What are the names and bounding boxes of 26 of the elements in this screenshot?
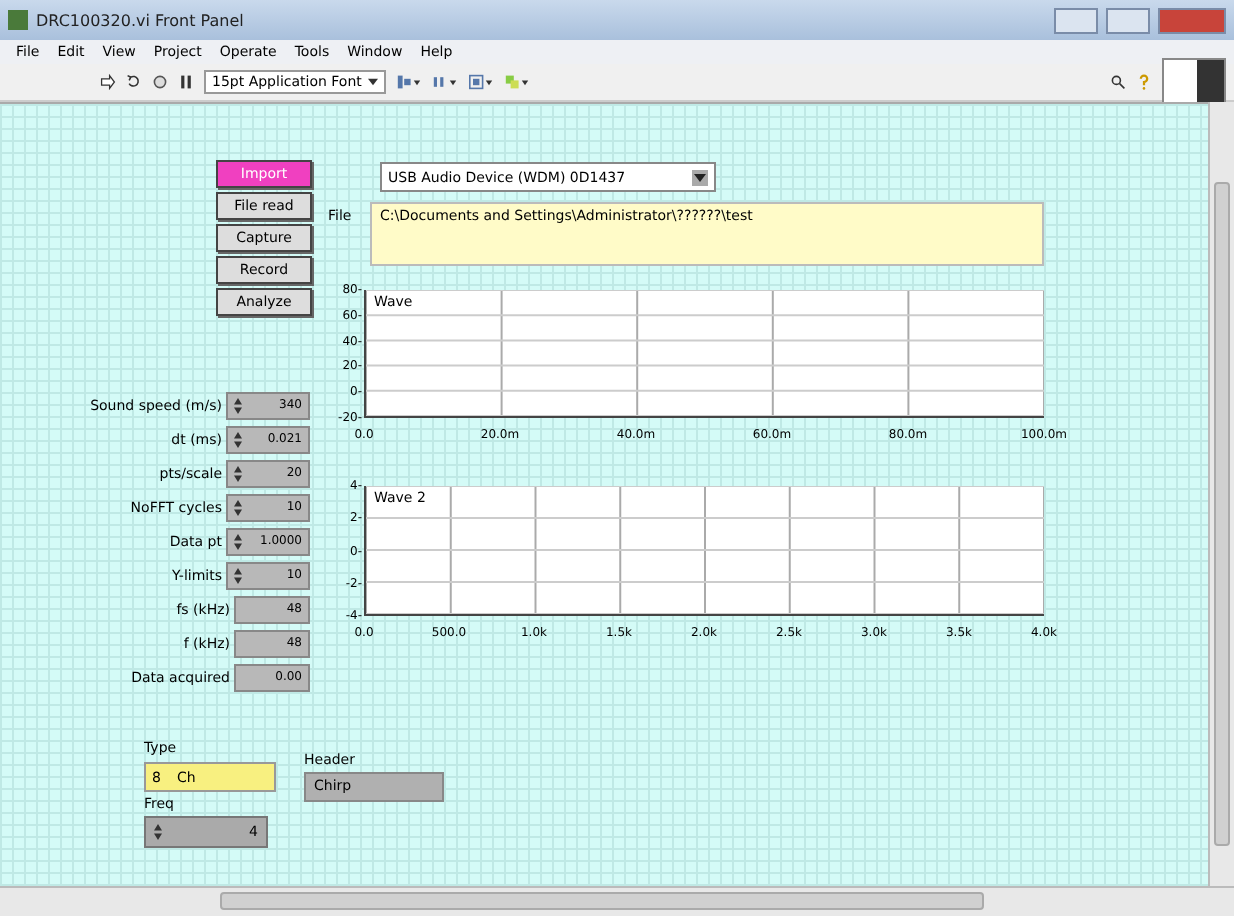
run-arrow-icon[interactable] <box>100 74 116 90</box>
app-icon <box>8 10 28 30</box>
vertical-scrollbar[interactable] <box>1208 102 1234 886</box>
increment-arrows-icon[interactable] <box>234 533 242 549</box>
run-continuous-icon[interactable] <box>126 74 142 90</box>
dropdown-caret-icon[interactable] <box>367 78 378 86</box>
distribute-icon[interactable] <box>431 74 458 90</box>
reorder-icon[interactable] <box>503 74 530 90</box>
close-button[interactable] <box>1158 7 1226 33</box>
increment-arrows-icon[interactable] <box>234 567 242 583</box>
horizontal-scrollbar[interactable] <box>0 886 1234 916</box>
increment-arrows-icon[interactable] <box>234 397 242 413</box>
dropdown-caret-icon[interactable] <box>692 169 708 185</box>
increment-arrows-icon[interactable] <box>234 465 242 481</box>
search-icon[interactable] <box>1110 74 1126 90</box>
stop-icon[interactable] <box>152 74 168 90</box>
increment-arrows-icon[interactable] <box>154 824 162 840</box>
window-title: DRC100320.vi Front Panel <box>36 11 244 29</box>
align-icon[interactable] <box>395 74 422 90</box>
resize-icon[interactable] <box>467 74 494 90</box>
minimize-button[interactable] <box>1054 7 1098 33</box>
maximize-button[interactable] <box>1106 7 1150 33</box>
increment-arrows-icon[interactable] <box>234 431 242 447</box>
increment-arrows-icon[interactable] <box>234 499 242 515</box>
pause-icon[interactable] <box>178 74 194 90</box>
vi-icon <box>1162 58 1226 106</box>
